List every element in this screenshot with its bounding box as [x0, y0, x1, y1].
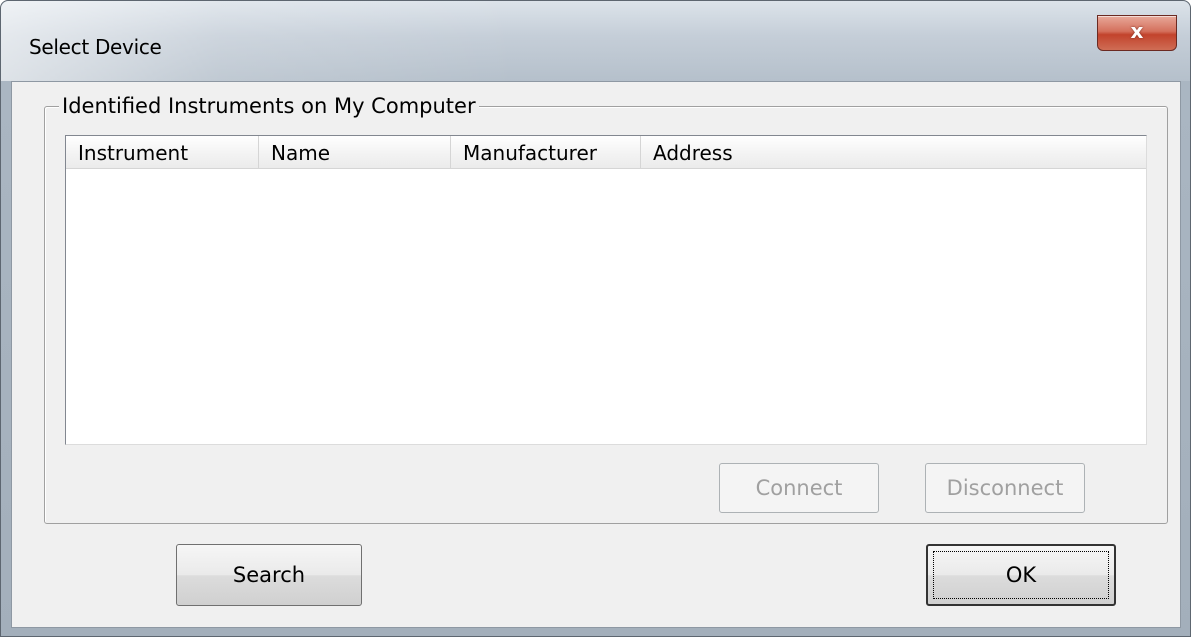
column-header-address[interactable]: Address [641, 136, 1146, 169]
close-button[interactable]: x [1097, 15, 1177, 51]
search-button-label: Search [232, 563, 306, 587]
close-icon: x [1130, 19, 1144, 43]
ok-button-label: OK [1005, 563, 1037, 587]
column-header-instrument[interactable]: Instrument [66, 136, 259, 169]
window-title: Select Device [29, 35, 162, 59]
connect-button-label: Connect [755, 476, 843, 500]
groupbox-label: Identified Instruments on My Computer [59, 93, 479, 119]
connect-button[interactable]: Connect [719, 463, 879, 513]
title-bar[interactable]: Select Device x [1, 1, 1190, 81]
select-device-window: Select Device x Identified Instruments o… [0, 0, 1191, 637]
disconnect-button[interactable]: Disconnect [925, 463, 1085, 513]
ok-button[interactable]: OK [926, 544, 1116, 606]
column-header-name[interactable]: Name [259, 136, 451, 169]
column-header-manufacturer[interactable]: Manufacturer [451, 136, 641, 169]
list-header: Instrument Name Manufacturer Address [66, 136, 1146, 169]
dialog-client-area: Identified Instruments on My Computer In… [11, 81, 1181, 628]
search-button[interactable]: Search [176, 544, 362, 606]
disconnect-button-label: Disconnect [946, 476, 1064, 500]
instruments-groupbox: Identified Instruments on My Computer In… [44, 93, 1168, 524]
instruments-list[interactable]: Instrument Name Manufacturer Address [65, 135, 1147, 445]
